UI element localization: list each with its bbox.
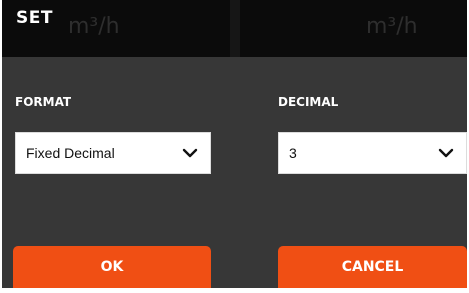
format-dropdown[interactable]: Fixed Decimal — [15, 132, 211, 174]
background-unit-label-right: m³/h — [366, 14, 418, 39]
chevron-down-icon — [182, 148, 198, 158]
decimal-selected-value: 3 — [289, 145, 297, 161]
cancel-button[interactable]: CANCEL — [278, 246, 467, 288]
decimal-dropdown[interactable]: 3 — [278, 132, 467, 174]
dialog-title-bar: m³/h m³/h SET — [2, 0, 467, 57]
background-unit-label-left: m³/h — [68, 14, 120, 39]
background-divider — [230, 0, 240, 57]
ok-button[interactable]: OK — [13, 246, 211, 288]
dialog-title: SET — [16, 8, 53, 28]
chevron-down-icon — [438, 148, 454, 158]
format-label: FORMAT — [15, 95, 72, 109]
format-selected-value: Fixed Decimal — [26, 145, 115, 161]
screenshot-frame: m³/h m³/h SET FORMAT DECIMAL Fixed Decim… — [0, 0, 469, 293]
decimal-label: DECIMAL — [278, 95, 339, 109]
set-dialog: m³/h m³/h SET FORMAT DECIMAL Fixed Decim… — [2, 0, 467, 288]
